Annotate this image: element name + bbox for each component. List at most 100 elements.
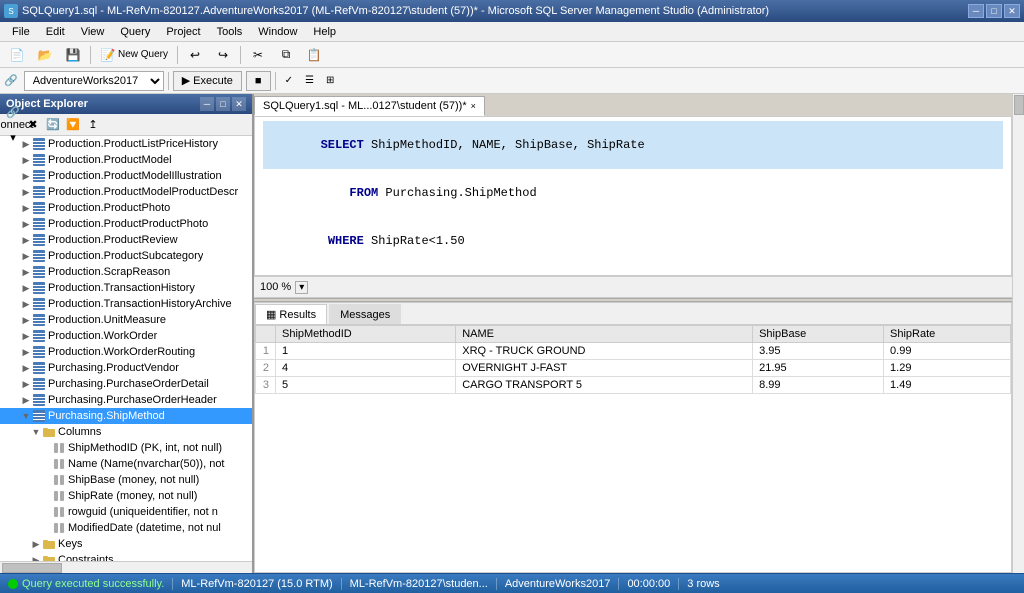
tree-item[interactable]: ▶Production.ProductListPriceHistory (0, 136, 252, 152)
tree-item[interactable]: ModifiedDate (datetime, not nul (0, 520, 252, 536)
oe-filter-btn[interactable]: 🔽 (64, 116, 82, 134)
window-controls[interactable]: ─ □ ✕ (968, 4, 1020, 18)
tree-item[interactable]: rowguid (uniqueidentifier, not n (0, 504, 252, 520)
tree-item[interactable]: ▶Production.ProductSubcategory (0, 248, 252, 264)
oe-maximize-btn[interactable]: □ (216, 97, 230, 111)
tree-item[interactable]: ▶Production.ProductModelProductDescr (0, 184, 252, 200)
oe-collapse-btn[interactable]: ↥ (84, 116, 102, 134)
menu-view[interactable]: View (73, 24, 113, 40)
tree-item[interactable]: ▶Production.TransactionHistory (0, 280, 252, 296)
tree-expand-icon[interactable]: ▶ (20, 392, 32, 408)
execute-button[interactable]: ▶ Execute (173, 71, 242, 91)
tree-expand-icon[interactable]: ▶ (20, 216, 32, 232)
tree-expand-icon[interactable]: ▶ (20, 376, 32, 392)
tree-item[interactable]: ▶Constraints (0, 552, 252, 561)
tree-item[interactable]: ▶Production.WorkOrder (0, 328, 252, 344)
tree-expand-icon[interactable]: ▼ (20, 408, 32, 424)
tree-expand-icon[interactable]: ▶ (20, 184, 32, 200)
menu-project[interactable]: Project (158, 24, 208, 40)
results-table-container[interactable]: ShipMethodID NAME ShipBase ShipRate 11XR… (255, 325, 1011, 572)
tree-item[interactable]: ▶Production.TransactionHistoryArchive (0, 296, 252, 312)
zoom-dropdown-btn[interactable]: ▾ (295, 281, 308, 294)
tree-item[interactable]: ▶Production.ScrapReason (0, 264, 252, 280)
tree-item[interactable]: ▶Production.ProductModelIllustration (0, 168, 252, 184)
tab-close-btn[interactable]: × (471, 101, 476, 111)
tree-expand-icon[interactable] (40, 504, 52, 520)
tree-expand-icon[interactable]: ▶ (20, 248, 32, 264)
query-tab[interactable]: SQLQuery1.sql - ML...0127\student (57))*… (254, 96, 485, 116)
tree-item[interactable]: ▶Production.UnitMeasure (0, 312, 252, 328)
paste-btn[interactable]: 📋 (301, 44, 327, 66)
undo-btn[interactable]: ↩ (182, 44, 208, 66)
tree-expand-icon[interactable]: ▶ (20, 152, 32, 168)
table-row[interactable]: 11XRQ - TRUCK GROUND3.950.99 (256, 343, 1011, 360)
oe-refresh-btn[interactable]: 🔄 (44, 116, 62, 134)
tree-expand-icon[interactable]: ▶ (30, 536, 42, 552)
tree-expand-icon[interactable]: ▶ (20, 344, 32, 360)
open-btn[interactable]: 📂 (32, 44, 58, 66)
maximize-button[interactable]: □ (986, 4, 1002, 18)
tree-expand-icon[interactable]: ▶ (20, 328, 32, 344)
tree-expand-icon[interactable]: ▶ (20, 280, 32, 296)
oe-minimize-btn[interactable]: ─ (200, 97, 214, 111)
tree-item[interactable]: ▶Keys (0, 536, 252, 552)
table-row[interactable]: 24OVERNIGHT J-FAST21.951.29 (256, 360, 1011, 377)
scrollbar-thumb[interactable] (1014, 95, 1024, 115)
tree-item[interactable]: ▶Purchasing.ProductVendor (0, 360, 252, 376)
cut-btn[interactable]: ✂ (245, 44, 271, 66)
oe-tree[interactable]: ▶Production.ProductListPriceHistory▶Prod… (0, 136, 252, 561)
new-query-btn[interactable]: 📝 New Query (95, 44, 173, 66)
tree-expand-icon[interactable] (40, 440, 52, 456)
redo-btn[interactable]: ↪ (210, 44, 236, 66)
minimize-button[interactable]: ─ (968, 4, 984, 18)
tree-item[interactable]: ▼Purchasing.ShipMethod (0, 408, 252, 424)
tree-expand-icon[interactable]: ▶ (20, 136, 32, 152)
new-file-btn[interactable]: 📄 (4, 44, 30, 66)
results-tab[interactable]: ▦ Results (255, 304, 327, 324)
tree-item[interactable]: ShipMethodID (PK, int, not null) (0, 440, 252, 456)
tree-item[interactable]: ▶Purchasing.PurchaseOrderHeader (0, 392, 252, 408)
tree-expand-icon[interactable]: ▶ (20, 296, 32, 312)
tree-item[interactable]: Name (Name(nvarchar(50)), not (0, 456, 252, 472)
database-selector[interactable]: AdventureWorks2017 (24, 71, 164, 91)
tree-item[interactable]: ▶Production.ProductModel (0, 152, 252, 168)
tree-expand-icon[interactable]: ▶ (20, 360, 32, 376)
menu-help[interactable]: Help (305, 24, 344, 40)
tree-expand-icon[interactable]: ▼ (30, 424, 42, 440)
menu-window[interactable]: Window (250, 24, 305, 40)
tree-expand-icon[interactable] (40, 456, 52, 472)
oe-horizontal-scrollbar[interactable] (0, 561, 252, 573)
display-mode-btn[interactable]: ☰ (300, 70, 319, 92)
close-button[interactable]: ✕ (1004, 4, 1020, 18)
messages-tab[interactable]: Messages (329, 304, 401, 324)
menu-tools[interactable]: Tools (209, 24, 251, 40)
menu-file[interactable]: File (4, 24, 38, 40)
tree-item[interactable]: ▶Production.ProductPhoto (0, 200, 252, 216)
code-editor[interactable]: SELECT ShipMethodID, NAME, ShipBase, Shi… (254, 116, 1012, 276)
tree-item[interactable]: ▶Production.ProductReview (0, 232, 252, 248)
oe-close-btn[interactable]: ✕ (232, 97, 246, 111)
save-btn[interactable]: 💾 (60, 44, 86, 66)
oe-disconnect-btn[interactable]: ✖ (24, 116, 42, 134)
tree-expand-icon[interactable]: ▶ (20, 312, 32, 328)
tree-expand-icon[interactable]: ▶ (20, 264, 32, 280)
parse-btn[interactable]: ✓ (280, 70, 298, 92)
tree-item[interactable]: ▶Production.ProductProductPhoto (0, 216, 252, 232)
tree-item[interactable]: ▶Purchasing.PurchaseOrderDetail (0, 376, 252, 392)
oe-connect-btn[interactable]: 🔗 Connect ▾ (4, 116, 22, 134)
editor-scrollbar[interactable] (1012, 94, 1024, 573)
tree-expand-icon[interactable]: ▶ (30, 552, 42, 561)
tree-item[interactable]: ▶Production.WorkOrderRouting (0, 344, 252, 360)
grid-btn[interactable]: ⊞ (321, 70, 339, 92)
tree-expand-icon[interactable]: ▶ (20, 200, 32, 216)
copy-btn[interactable]: ⧉ (273, 44, 299, 66)
tree-expand-icon[interactable]: ▶ (20, 168, 32, 184)
tree-item[interactable]: ShipRate (money, not null) (0, 488, 252, 504)
tree-item[interactable]: ShipBase (money, not null) (0, 472, 252, 488)
tree-expand-icon[interactable]: ▶ (20, 232, 32, 248)
menu-edit[interactable]: Edit (38, 24, 73, 40)
tree-expand-icon[interactable] (40, 488, 52, 504)
tree-item[interactable]: ▼Columns (0, 424, 252, 440)
menu-query[interactable]: Query (112, 24, 158, 40)
tree-expand-icon[interactable] (40, 520, 52, 536)
